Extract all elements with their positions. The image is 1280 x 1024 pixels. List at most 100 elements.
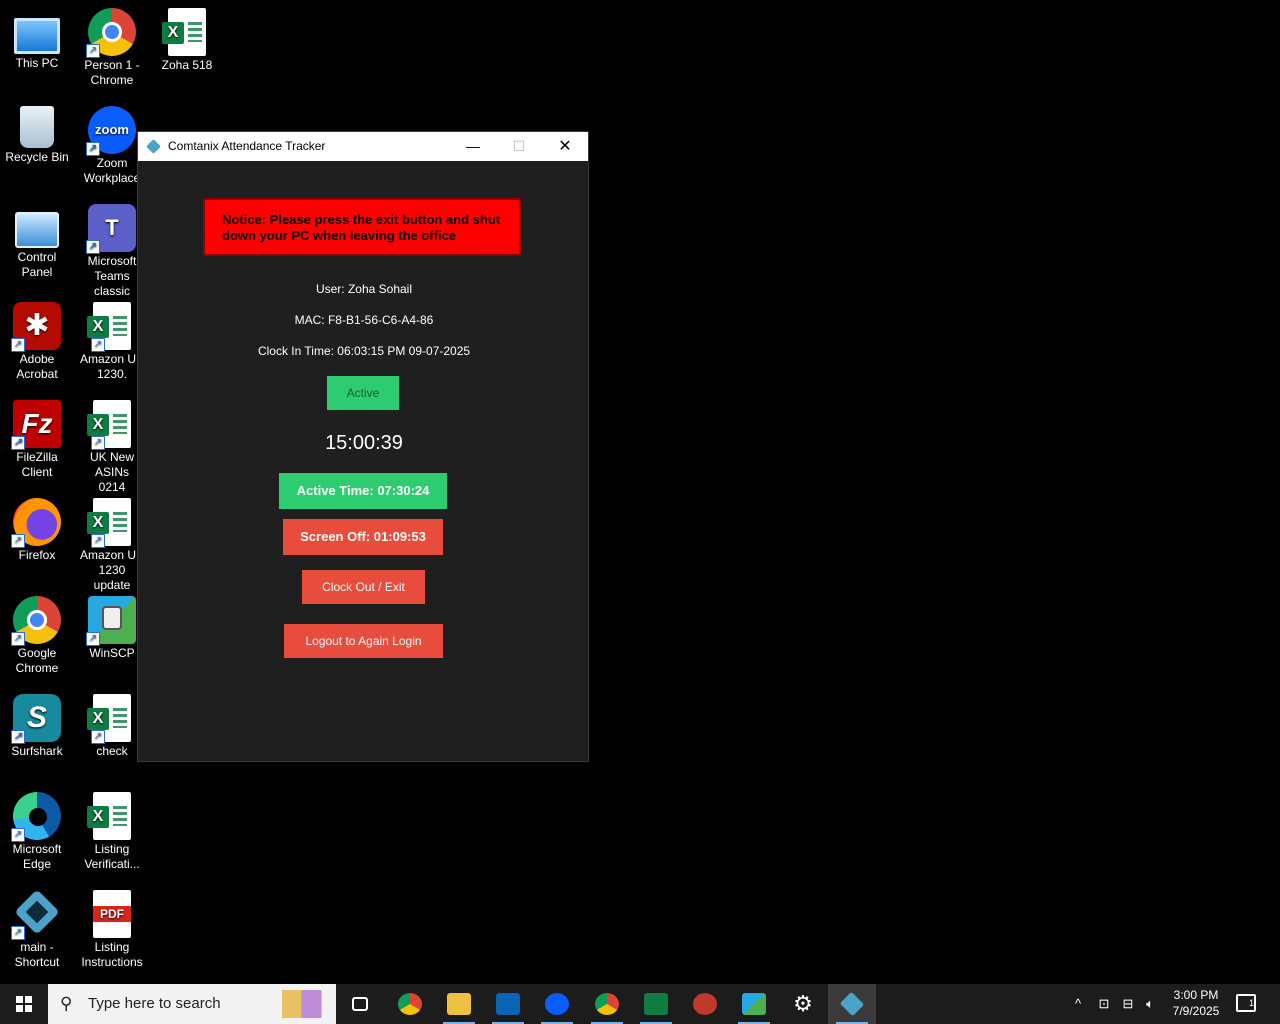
taskbar-winscp[interactable] (730, 984, 778, 1024)
notice-banner: Notice: Please press the exit button and… (203, 198, 521, 256)
desktop-icon-this-pc[interactable]: This PC (0, 8, 74, 71)
taskbar: ⚲ Type here to search ⚙ ^ ⊡ ⊟ 🔈︎ 3:00 PM… (0, 984, 1280, 1024)
desktop-icon-label: UK New ASINs 0214 (89, 450, 134, 494)
show-hidden-icons-chevron[interactable]: ^ (1068, 984, 1088, 1024)
search-placeholder: Type here to search (88, 995, 221, 1012)
desktop-icon-label: Microsoft Edge (12, 842, 62, 871)
surfshark-glyph: S (26, 701, 47, 734)
shortcut-arrow-icon: ↗ (86, 632, 100, 646)
taskbar-file-explorer[interactable] (435, 984, 483, 1024)
shortcut-arrow-icon: ↗ (11, 632, 25, 646)
taskbar-clock[interactable]: 3:00 PM 7/9/2025 (1168, 987, 1224, 1019)
desktop-icon-main-shortcut[interactable]: ↗ main - Shortcut (0, 890, 74, 970)
firefox-icon: ↗ (11, 498, 61, 548)
zoom-icon (545, 993, 569, 1015)
edge-icon: ↗ (11, 792, 61, 842)
excel-file-icon: X (87, 792, 131, 840)
shortcut-arrow-icon: ↗ (11, 436, 25, 450)
pdf-file-icon: PDF (93, 890, 131, 938)
desktop-icon-label: Listing Verificati... (84, 842, 140, 871)
desktop-icon-filezilla[interactable]: Fz ↗ FileZilla Client (0, 400, 74, 480)
filezilla-glyph: Fz (21, 408, 53, 439)
desktop-icon-label: Adobe Acrobat (16, 352, 58, 381)
taskbar-app-red[interactable] (681, 984, 729, 1024)
desktop-icon-recycle-bin[interactable]: Recycle Bin (0, 106, 74, 165)
taskbar-chrome[interactable] (386, 984, 434, 1024)
shortcut-arrow-icon: ↗ (91, 338, 105, 352)
desktop-icon-surfshark[interactable]: S ↗ Surfshark (0, 694, 74, 759)
outlook-icon (496, 993, 520, 1015)
clock-out-exit-button[interactable]: Clock Out / Exit (302, 570, 425, 604)
gear-icon: ⚙ (793, 991, 813, 1016)
search-icon: ⚲ (60, 994, 73, 1013)
main-app-icon: ↗ (11, 890, 61, 940)
desktop-icon-label: Person 1 - Chrome (84, 58, 140, 87)
taskbar-search-box[interactable]: ⚲ Type here to search (48, 984, 336, 1024)
taskbar-settings[interactable]: ⚙ (779, 984, 827, 1024)
shortcut-arrow-icon: ↗ (11, 926, 25, 940)
volume-icon[interactable]: 🔈︎ (1140, 984, 1160, 1024)
taskbar-attendance-tracker[interactable] (828, 984, 876, 1024)
desktop-icon-zoha-518[interactable]: X Zoha 518 (150, 8, 224, 73)
control-panel-icon (15, 212, 59, 248)
taskbar-excel[interactable] (632, 984, 680, 1024)
zoom-icon: zoom ↗ (86, 106, 136, 156)
taskbar-outlook[interactable] (484, 984, 532, 1024)
security-tray-icon[interactable]: ⊡ (1094, 984, 1114, 1024)
desktop-icon-google-chrome[interactable]: ↗ Google Chrome (0, 596, 74, 676)
desktop-icon-label: Microsoft Teams classic (87, 254, 137, 298)
desktop-icon-listing-instructions[interactable]: PDF Listing Instructions (75, 890, 149, 970)
notification-count: 1 (1248, 998, 1254, 1008)
desktop-icon-person1-chrome[interactable]: ↗ Person 1 - Chrome (75, 8, 149, 88)
windows-logo-icon (16, 996, 32, 1012)
shortcut-arrow-icon: ↗ (86, 44, 100, 58)
teams-icon: T ↗ (86, 204, 136, 254)
task-view-icon (352, 997, 368, 1011)
shortcut-arrow-icon: ↗ (86, 142, 100, 156)
network-icon[interactable]: ⊟ (1118, 984, 1138, 1024)
minimize-button[interactable]: — (450, 132, 496, 161)
chrome-icon: ↗ (11, 596, 61, 646)
computer-icon (14, 18, 60, 54)
desktop-icon-adobe-acrobat[interactable]: ✱ ↗ Adobe Acrobat (0, 302, 74, 382)
chrome-profile-icon: ↗ (86, 8, 136, 58)
logout-button[interactable]: Logout to Again Login (284, 624, 443, 658)
clock-time: 3:00 PM (1173, 988, 1219, 1002)
notification-center-icon[interactable]: 1 (1236, 994, 1256, 1012)
desktop-icon-listing-verification[interactable]: X Listing Verificati... (75, 792, 149, 872)
status-badge: Active (327, 376, 399, 410)
desktop-icon-label: Firefox (18, 548, 56, 562)
taskbar-zoom[interactable] (533, 984, 581, 1024)
window-title: Comtanix Attendance Tracker (168, 139, 326, 153)
active-time-display: Active Time: 07:30:24 (279, 473, 447, 509)
shortcut-arrow-icon: ↗ (11, 730, 25, 744)
clock-date: 7/9/2025 (1172, 1004, 1220, 1018)
winscp-icon: ↗ (86, 596, 136, 646)
start-button[interactable] (0, 984, 48, 1024)
window-titlebar[interactable]: Comtanix Attendance Tracker — ☐ ✕ (138, 132, 588, 161)
recycle-bin-icon (20, 106, 54, 148)
excel-file-icon: X ↗ (87, 694, 131, 744)
desktop-icon-label: Surfshark (11, 744, 63, 758)
desktop-icon-label: Recycle Bin (5, 150, 69, 164)
zoom-glyph: zoom (95, 122, 129, 137)
close-button[interactable]: ✕ (542, 132, 588, 161)
excel-icon (644, 993, 668, 1015)
desktop-icon-microsoft-edge[interactable]: ↗ Microsoft Edge (0, 792, 74, 872)
clock-in-label: Clock In Time: 06:03:15 PM 09-07-2025 (257, 344, 471, 358)
desktop-icon-firefox[interactable]: ↗ Firefox (0, 498, 74, 563)
surfshark-icon: S ↗ (11, 694, 61, 744)
acrobat-icon: ✱ ↗ (11, 302, 61, 352)
shortcut-arrow-icon: ↗ (91, 534, 105, 548)
user-label: User: Zoha Sohail (315, 282, 413, 296)
excel-glyph: X (87, 806, 109, 828)
shortcut-arrow-icon: ↗ (11, 338, 25, 352)
winscp-icon (742, 993, 766, 1015)
desktop-icon-control-panel[interactable]: Control Panel (0, 204, 74, 280)
excel-file-icon: X ↗ (87, 498, 131, 548)
maximize-button[interactable]: ☐ (496, 132, 542, 161)
task-view-button[interactable] (336, 984, 384, 1024)
taskbar-chrome-profile[interactable] (583, 984, 631, 1024)
teams-glyph: T (105, 215, 119, 240)
excel-glyph: X (87, 414, 109, 436)
